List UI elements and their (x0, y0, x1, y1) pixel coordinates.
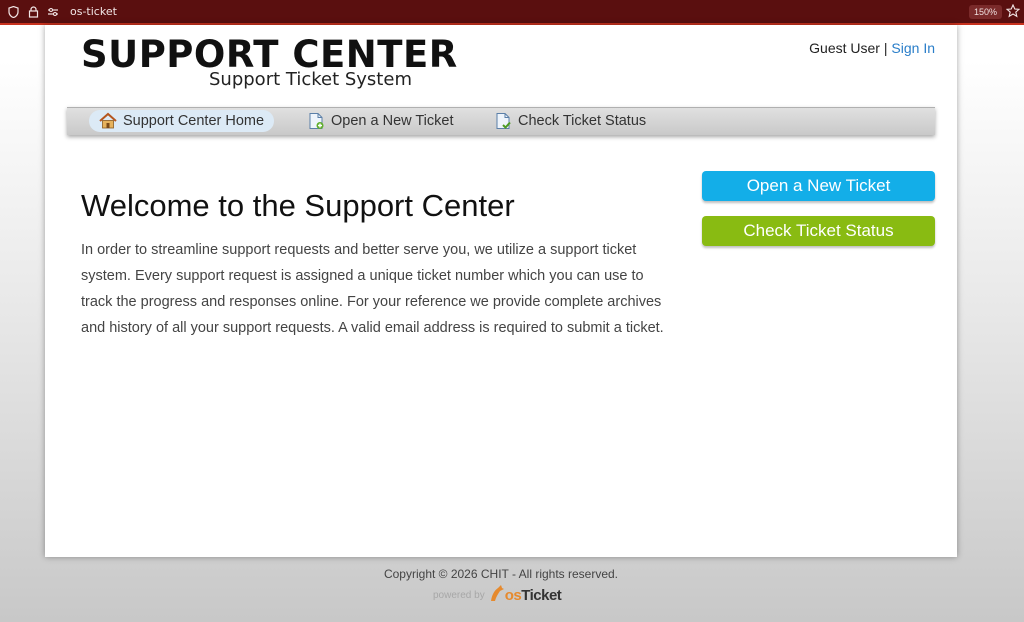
site-logo-subtitle[interactable]: Support Ticket System (209, 69, 412, 90)
nav-item-open-ticket[interactable]: Open a New Ticket (297, 110, 464, 132)
nav-item-check-status[interactable]: Check Ticket Status (484, 110, 656, 132)
user-area: Guest User | Sign In (809, 40, 935, 56)
new-ticket-icon (307, 112, 325, 130)
guest-user-label: Guest User (809, 40, 880, 56)
nav-item-label: Support Center Home (123, 113, 265, 129)
ticket-status-icon (494, 112, 512, 130)
shield-icon[interactable] (6, 5, 20, 19)
osticket-logo-icon (489, 584, 505, 607)
nav-item-label: Open a New Ticket (331, 113, 454, 129)
footer-copyright: Copyright © 2026 CHIT - All rights reser… (383, 567, 619, 581)
intro-text: In order to streamline support requests … (81, 242, 664, 336)
check-ticket-status-button[interactable]: Check Ticket Status (702, 216, 935, 246)
nav-item-label: Check Ticket Status (518, 113, 647, 129)
separator: | (883, 40, 888, 56)
open-new-ticket-button[interactable]: Open a New Ticket (702, 171, 935, 201)
main-nav: Support Center Home Open a New Ticket Ch… (67, 107, 935, 135)
powered-by-osticket[interactable]: powered by osTicket (433, 584, 562, 607)
bookmark-star-icon[interactable] (1005, 3, 1021, 21)
permissions-icon[interactable] (46, 5, 60, 19)
osticket-logo-text: osTicket (504, 587, 562, 604)
url-text[interactable]: os-ticket (70, 5, 117, 18)
powered-by-label: powered by (433, 590, 485, 601)
page-title: Welcome to the Support Center (81, 188, 515, 223)
home-icon (99, 112, 117, 130)
lock-icon[interactable] (26, 5, 40, 19)
sign-in-link[interactable]: Sign In (891, 40, 935, 56)
page-container: SUPPORT CENTER Support Ticket System Gue… (45, 25, 957, 557)
nav-item-home[interactable]: Support Center Home (89, 110, 275, 132)
browser-url-bar: os-ticket 150% (0, 0, 1024, 25)
zoom-level-badge[interactable]: 150% (968, 5, 1002, 19)
